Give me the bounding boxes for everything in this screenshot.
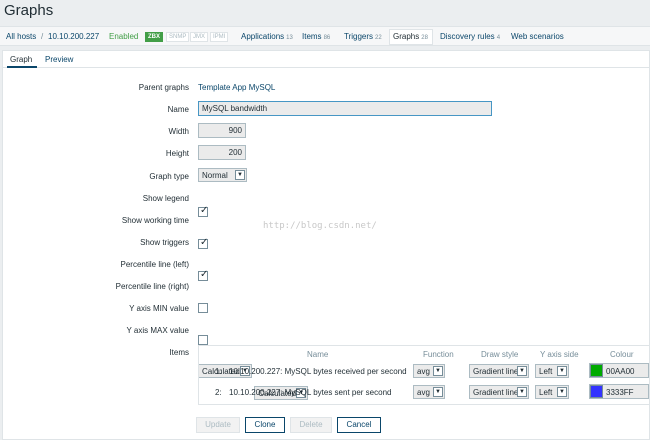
chevron-down-icon: ▼ bbox=[517, 366, 527, 376]
watermark-text: http://blog.csdn.net/ bbox=[263, 221, 377, 231]
tab-preview[interactable]: Preview bbox=[45, 55, 73, 64]
y-axis-min-label: Y axis MIN value bbox=[129, 304, 189, 313]
nav-discovery-rules[interactable]: Discovery rules 4 bbox=[440, 32, 500, 41]
graph-form-panel: Graph Preview Parent graphs Template App… bbox=[2, 50, 650, 440]
graph-type-label: Graph type bbox=[149, 172, 189, 181]
show-legend-label: Show legend bbox=[142, 194, 189, 203]
update-button[interactable]: Update bbox=[196, 417, 240, 433]
percentile-right-checkbox[interactable] bbox=[198, 335, 208, 345]
availability-ipmi-badge: IPMI bbox=[210, 32, 229, 42]
items-label: Items bbox=[169, 348, 189, 357]
draw-style-select[interactable]: Gradient line ▼ bbox=[469, 385, 529, 399]
nav-triggers[interactable]: Triggers 22 bbox=[344, 32, 382, 41]
column-header-draw-style: Draw style bbox=[481, 350, 519, 359]
name-label: Name bbox=[167, 105, 189, 114]
breadcrumb-separator: / bbox=[41, 32, 44, 41]
graph-items-table: Name Function Draw style Y axis side Col… bbox=[198, 345, 650, 405]
row-number: 2: bbox=[215, 388, 222, 397]
host-navigation: All hosts / 10.10.200.227 Enabled ZBX SN… bbox=[0, 26, 650, 46]
y-axis-side-select[interactable]: Left ▼ bbox=[535, 364, 569, 378]
page-title: Graphs bbox=[4, 2, 54, 19]
colour-swatch[interactable] bbox=[590, 364, 603, 377]
graph-type-value: Normal bbox=[202, 171, 228, 180]
form-tabs: Graph Preview bbox=[3, 51, 649, 68]
tab-graph[interactable]: Graph bbox=[10, 55, 32, 64]
height-label: Height bbox=[165, 149, 189, 158]
percentile-left-label: Percentile line (left) bbox=[120, 260, 189, 269]
nav-web-scenarios[interactable]: Web scenarios bbox=[511, 32, 564, 41]
clone-button[interactable]: Clone bbox=[245, 417, 285, 433]
width-label: Width bbox=[168, 127, 189, 136]
graph-type-select[interactable]: Normal ▼ bbox=[198, 168, 247, 182]
availability-snmp-badge: SNMP bbox=[166, 32, 190, 42]
nav-applications[interactable]: Applications 13 bbox=[241, 32, 293, 41]
function-select[interactable]: avg ▼ bbox=[413, 385, 445, 399]
delete-button[interactable]: Delete bbox=[290, 417, 332, 433]
chevron-down-icon: ▼ bbox=[557, 387, 567, 397]
availability-zbx-badge: ZBX bbox=[145, 32, 163, 42]
show-triggers-checkbox[interactable] bbox=[198, 269, 208, 281]
chevron-down-icon: ▼ bbox=[517, 387, 527, 397]
y-axis-max-label: Y axis MAX value bbox=[126, 326, 189, 335]
show-triggers-label: Show triggers bbox=[140, 238, 189, 247]
parent-graphs-label: Parent graphs bbox=[138, 83, 189, 92]
item-name-link[interactable]: 10.10.200.227: MySQL bytes received per … bbox=[229, 367, 407, 376]
chevron-down-icon: ▼ bbox=[433, 366, 443, 376]
page-header: Graphs bbox=[0, 0, 650, 24]
width-input[interactable] bbox=[198, 123, 246, 138]
percentile-right-label: Percentile line (right) bbox=[115, 282, 189, 291]
column-header-name: Name bbox=[307, 350, 329, 359]
show-working-time-checkbox[interactable] bbox=[198, 237, 208, 249]
colour-swatch[interactable] bbox=[590, 385, 603, 398]
host-status-enabled[interactable]: Enabled bbox=[109, 32, 138, 41]
column-header-y-axis-side: Y axis side bbox=[540, 350, 579, 359]
tab-active-indicator bbox=[7, 66, 37, 68]
availability-jmx-badge: JMX bbox=[190, 32, 208, 42]
show-legend-checkbox[interactable] bbox=[198, 205, 208, 217]
parent-graph-link[interactable]: Template App MySQL bbox=[198, 83, 275, 92]
chevron-down-icon: ▼ bbox=[235, 170, 245, 180]
item-name-link[interactable]: 10.10.200.227: MySQL bytes sent per seco… bbox=[229, 388, 391, 397]
y-axis-side-select[interactable]: Left ▼ bbox=[535, 385, 569, 399]
all-hosts-link[interactable]: All hosts bbox=[6, 32, 36, 41]
show-working-time-label: Show working time bbox=[121, 216, 189, 225]
draw-style-select[interactable]: Gradient line ▼ bbox=[469, 364, 529, 378]
nav-items[interactable]: Items 86 bbox=[302, 32, 330, 41]
height-input[interactable] bbox=[198, 145, 246, 160]
name-input[interactable] bbox=[198, 101, 492, 116]
host-link[interactable]: 10.10.200.227 bbox=[48, 32, 99, 41]
column-header-colour: Colour bbox=[610, 350, 634, 359]
column-header-function: Function bbox=[423, 350, 454, 359]
nav-graphs[interactable]: Graphs 28 bbox=[393, 32, 428, 41]
row-number: 1: bbox=[215, 367, 222, 376]
function-select[interactable]: avg ▼ bbox=[413, 364, 445, 378]
percentile-left-checkbox[interactable] bbox=[198, 303, 208, 313]
chevron-down-icon: ▼ bbox=[433, 387, 443, 397]
cancel-button[interactable]: Cancel bbox=[337, 417, 381, 433]
chevron-down-icon: ▼ bbox=[557, 366, 567, 376]
